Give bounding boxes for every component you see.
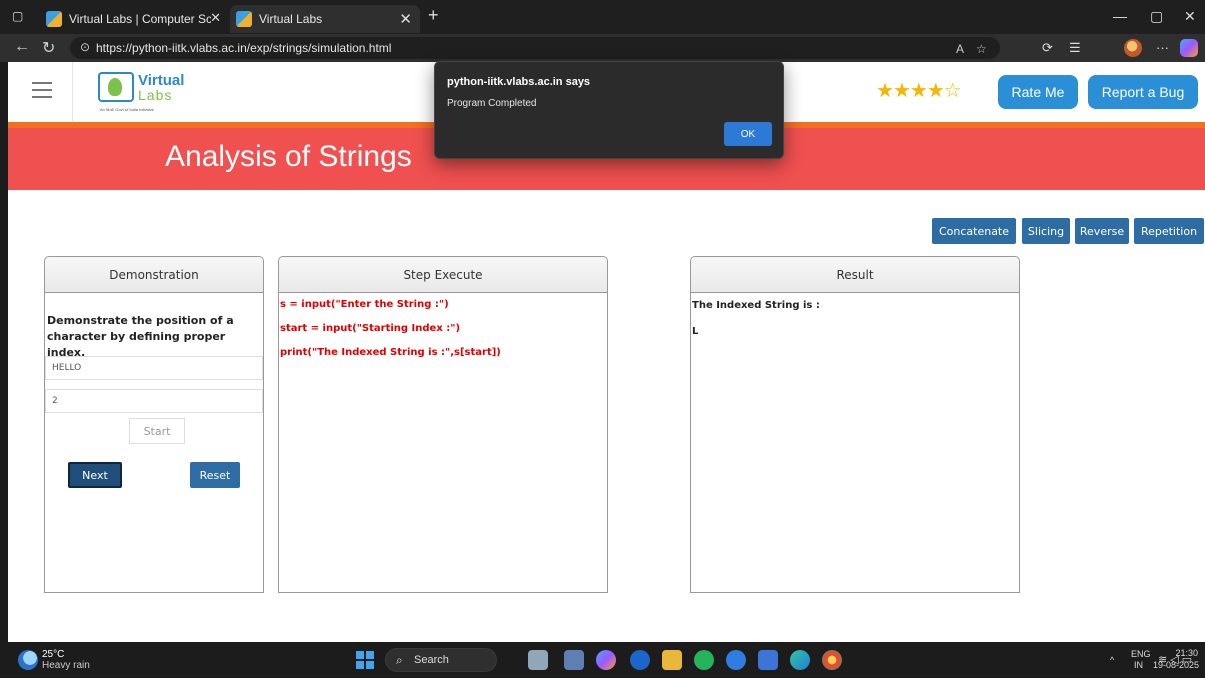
browser-tab-bar: ▢ Virtual Labs | Computer Science & ✕ Vi… bbox=[0, 0, 1205, 34]
star-rating[interactable]: ★★★★☆ bbox=[876, 78, 962, 103]
demonstration-title: Demonstration bbox=[45, 257, 263, 293]
tab-title: Virtual Labs | Computer Science & bbox=[69, 12, 211, 26]
result-panel: Result The Indexed String is : L bbox=[690, 256, 1020, 593]
new-tab-icon[interactable]: + bbox=[428, 5, 439, 26]
repetition-button[interactable]: Repetition bbox=[1134, 218, 1204, 244]
tab-virtual-labs[interactable]: Virtual Labs ✕ bbox=[230, 5, 420, 33]
reset-button[interactable]: Reset bbox=[190, 462, 240, 488]
address-bar: ← ↻ ⊙ https://python-iitk.vlabs.ac.in/ex… bbox=[0, 34, 1205, 62]
code-line: start = input("Starting Index :") bbox=[280, 323, 461, 334]
alert-dialog: python-iitk.vlabs.ac.in says Program Com… bbox=[434, 61, 784, 159]
taskbar-search[interactable]: ⌕ Search bbox=[385, 648, 497, 672]
clock-date[interactable]: 19-08-2025 bbox=[1147, 660, 1199, 670]
more-icon[interactable]: ··· bbox=[1156, 40, 1169, 55]
search-label: Search bbox=[414, 654, 449, 666]
index-input[interactable] bbox=[45, 389, 263, 413]
windows-start-icon[interactable] bbox=[356, 651, 374, 669]
weather-temp: 25°C bbox=[42, 649, 65, 660]
logo-labs-text: Labs bbox=[138, 87, 173, 103]
lock-icon[interactable]: ⊙ bbox=[80, 40, 90, 54]
close-icon[interactable]: ✕ bbox=[399, 10, 412, 28]
hp-app-icon[interactable] bbox=[630, 650, 650, 670]
sidebar-icon[interactable]: ▢ bbox=[12, 9, 23, 23]
back-icon[interactable]: ← bbox=[14, 38, 30, 56]
copilot-app-icon[interactable] bbox=[596, 650, 616, 670]
result-title: Result bbox=[691, 257, 1019, 293]
close-icon[interactable]: ✕ bbox=[210, 10, 221, 26]
copilot-icon[interactable] bbox=[1180, 39, 1198, 57]
extensions-icon[interactable]: ⟳ bbox=[1042, 40, 1053, 56]
search-icon: ⌕ bbox=[396, 653, 403, 667]
star-empty-icon[interactable]: ☆ bbox=[944, 80, 962, 102]
url-text: https://python-iitk.vlabs.ac.in/exp/stri… bbox=[96, 41, 392, 55]
slicing-button[interactable]: Slicing bbox=[1022, 218, 1070, 244]
rate-me-button[interactable]: Rate Me bbox=[998, 75, 1078, 109]
reload-icon[interactable]: ↻ bbox=[42, 38, 55, 58]
weather-icon[interactable] bbox=[18, 650, 38, 670]
minimize-icon[interactable]: — bbox=[1113, 8, 1127, 24]
tab-computer-science[interactable]: Virtual Labs | Computer Science & ✕ bbox=[40, 5, 225, 33]
star-filled-icon[interactable]: ★ bbox=[893, 80, 911, 102]
chrome-icon[interactable] bbox=[822, 650, 842, 670]
star-filled-icon[interactable]: ★ bbox=[927, 80, 945, 102]
result-value: L bbox=[692, 326, 699, 337]
demonstration-description: Demonstrate the position of a character … bbox=[47, 314, 234, 359]
favorite-icon[interactable]: ☆ bbox=[976, 42, 987, 56]
code-line: print("The Indexed String is :",s[start]… bbox=[280, 347, 501, 358]
string-input[interactable] bbox=[45, 356, 263, 380]
page-title: Analysis of Strings bbox=[165, 140, 412, 173]
logo-tagline: An MoE Govt of India Initiative bbox=[100, 107, 154, 112]
read-aloud-icon[interactable]: A bbox=[956, 42, 964, 56]
maximize-icon[interactable]: ▢ bbox=[1150, 8, 1163, 25]
language-bottom[interactable]: IN bbox=[1134, 660, 1143, 670]
concatenate-button[interactable]: Concatenate bbox=[932, 218, 1016, 244]
tab-title: Virtual Labs bbox=[259, 12, 323, 26]
star-filled-icon[interactable]: ★ bbox=[910, 80, 928, 102]
edge-icon[interactable] bbox=[790, 650, 810, 670]
next-button[interactable]: Next bbox=[68, 462, 122, 488]
vlabs-logo-icon[interactable] bbox=[98, 72, 134, 102]
alert-title: python-iitk.vlabs.ac.in says bbox=[447, 76, 591, 88]
reverse-button[interactable]: Reverse bbox=[1075, 218, 1129, 244]
language-top[interactable]: ENG bbox=[1131, 649, 1151, 659]
step-execute-panel: Step Execute s = input("Enter the String… bbox=[278, 256, 608, 593]
menu-icon[interactable] bbox=[32, 82, 52, 103]
vlabs-favicon-icon bbox=[236, 11, 252, 27]
report-bug-button[interactable]: Report a Bug bbox=[1088, 75, 1198, 109]
weather-desc: Heavy rain bbox=[42, 660, 90, 671]
result-label: The Indexed String is : bbox=[692, 300, 820, 311]
header-divider bbox=[72, 62, 73, 122]
url-field[interactable]: ⊙ https://python-iitk.vlabs.ac.in/exp/st… bbox=[70, 37, 1000, 59]
vlabs-favicon-icon bbox=[46, 11, 62, 27]
clock-time[interactable]: 21:30 bbox=[1175, 648, 1198, 658]
alert-message: Program Completed bbox=[447, 98, 537, 109]
file-explorer-icon[interactable] bbox=[662, 650, 682, 670]
store-icon[interactable] bbox=[758, 650, 778, 670]
whatsapp-icon[interactable] bbox=[694, 650, 714, 670]
window-close-icon[interactable]: ✕ bbox=[1184, 8, 1196, 25]
help-app-icon[interactable] bbox=[726, 650, 746, 670]
profile-avatar[interactable] bbox=[1124, 39, 1142, 57]
taskbar: 25°C Heavy rain ⌕ Search ^ ENG IN ≋ ◁ ▭ … bbox=[0, 642, 1205, 678]
task-view-icon[interactable] bbox=[528, 650, 548, 670]
widgets-icon[interactable] bbox=[564, 650, 584, 670]
hidden-icons-icon[interactable]: ^ bbox=[1110, 655, 1114, 665]
step-execute-title: Step Execute bbox=[279, 257, 607, 293]
alert-ok-button[interactable]: OK bbox=[724, 122, 772, 146]
code-line: s = input("Enter the String :") bbox=[280, 299, 449, 310]
start-button[interactable]: Start bbox=[129, 418, 185, 444]
favorites-list-icon[interactable]: ☰ bbox=[1069, 40, 1081, 56]
star-filled-icon[interactable]: ★ bbox=[876, 80, 894, 102]
demonstration-panel: Demonstration Demonstrate the position o… bbox=[44, 256, 264, 593]
